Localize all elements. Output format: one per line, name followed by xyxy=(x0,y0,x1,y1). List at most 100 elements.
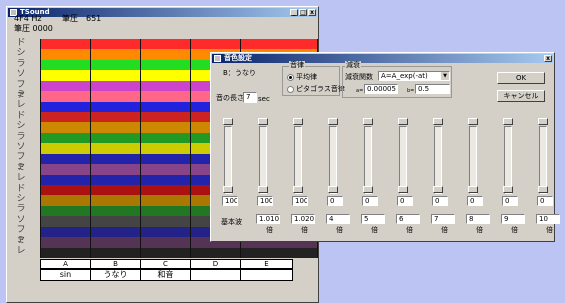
slider-up-arrow[interactable] xyxy=(293,118,303,125)
slider-up-arrow[interactable] xyxy=(223,118,233,125)
column-header[interactable]: C xyxy=(140,259,191,269)
multiplier-unit-label: 倍 xyxy=(336,226,343,234)
harmonic-amplitude-input[interactable]: 0 xyxy=(327,196,343,206)
slider-thumb[interactable] xyxy=(468,186,478,193)
harmonic-multiplier-input[interactable]: 5 xyxy=(361,214,385,224)
harmonic-amplitude-input[interactable]: 0 xyxy=(467,196,483,206)
chevron-down-icon[interactable]: ▼ xyxy=(441,72,449,80)
slider-thumb[interactable] xyxy=(433,186,443,193)
harmonic-multiplier-input[interactable]: 4 xyxy=(326,214,350,224)
note-label: ド xyxy=(16,110,26,121)
a-param-label: a= xyxy=(356,88,364,94)
pythagorean-label: ピタゴラス音律 xyxy=(296,85,345,93)
slider-thumb[interactable] xyxy=(538,186,548,193)
slider-up-arrow[interactable] xyxy=(258,118,268,125)
note-label: レ xyxy=(16,173,26,184)
column-header[interactable]: B xyxy=(90,259,141,269)
key-stripe[interactable] xyxy=(40,247,318,258)
slider-up-arrow[interactable] xyxy=(503,118,513,125)
harmonic-slider-track[interactable] xyxy=(399,126,407,194)
slider-thumb[interactable] xyxy=(258,186,268,193)
harmonic-slider-track[interactable] xyxy=(224,126,232,194)
minimize-button[interactable]: _ xyxy=(290,9,298,16)
radio-equal-temperament[interactable] xyxy=(287,74,294,81)
length-input[interactable]: 7 xyxy=(243,92,257,103)
ok-button[interactable]: OK xyxy=(497,72,545,84)
harmonic-amplitude-input[interactable]: 0 xyxy=(432,196,448,206)
column-tone-value[interactable] xyxy=(190,269,241,281)
a-param-input[interactable]: 0.00005 xyxy=(364,84,398,94)
slider-thumb[interactable] xyxy=(223,186,233,193)
harmonic-multiplier-input[interactable]: 9 xyxy=(501,214,525,224)
harmonic-slider-track[interactable] xyxy=(364,126,372,194)
b-param-input[interactable]: 0.5 xyxy=(415,84,450,94)
dialog-title: 音色設定 xyxy=(224,54,252,62)
harmonic-slider-track[interactable] xyxy=(259,126,267,194)
harmonic-amplitude-input[interactable]: 100 xyxy=(257,196,273,206)
harmonic-slider-track[interactable] xyxy=(469,126,477,194)
base-wave-label: 基本波 xyxy=(221,218,242,226)
harmonic-amplitude-input[interactable]: 100 xyxy=(292,196,308,206)
column-header[interactable]: D xyxy=(190,259,241,269)
slider-thumb[interactable] xyxy=(293,186,303,193)
decay-group-label: 減衰 xyxy=(345,61,361,70)
slider-thumb[interactable] xyxy=(503,186,513,193)
harmonic-slider-track[interactable] xyxy=(434,126,442,194)
slider-up-arrow[interactable] xyxy=(433,118,443,125)
note-label: レ xyxy=(16,246,26,256)
decay-function-value: A=A_exp(-at) xyxy=(381,72,428,80)
harmonic-amplitude-input[interactable]: 0 xyxy=(537,196,553,206)
slider-up-arrow[interactable] xyxy=(538,118,548,125)
column-header[interactable]: E xyxy=(240,259,293,269)
multiplier-unit-label: 倍 xyxy=(406,226,413,234)
slider-up-arrow[interactable] xyxy=(363,118,373,125)
harmonic-multiplier-input[interactable]: 1.0200 xyxy=(291,214,315,224)
slider-up-arrow[interactable] xyxy=(468,118,478,125)
note-label: ソ xyxy=(16,69,26,80)
column-tone-value[interactable]: うなり xyxy=(90,269,141,281)
dialog-icon xyxy=(214,55,221,62)
harmonic-amplitude-input[interactable]: 0 xyxy=(362,196,378,206)
column-header[interactable]: A xyxy=(40,259,91,269)
harmonic-slider-track[interactable] xyxy=(539,126,547,194)
harmonic-slider-track[interactable] xyxy=(504,126,512,194)
harmonic-multiplier-input[interactable]: 7 xyxy=(431,214,455,224)
note-label: ミ xyxy=(16,162,26,173)
radio-pythagorean[interactable] xyxy=(287,86,294,93)
cancel-button[interactable]: キャンセル xyxy=(497,90,545,102)
slider-thumb[interactable] xyxy=(363,186,373,193)
note-label: シ xyxy=(16,194,26,204)
length-unit: sec xyxy=(258,95,270,103)
harmonic-multiplier-input[interactable]: 10 xyxy=(536,214,560,224)
maximize-button[interactable]: □ xyxy=(299,9,307,16)
harmonic-multiplier-input[interactable]: 6 xyxy=(396,214,420,224)
note-label: ラ xyxy=(16,204,26,215)
b-param-label: b= xyxy=(407,88,415,94)
main-title-bar[interactable]: TSound _ □ x xyxy=(8,8,317,17)
harmonic-slider-track[interactable] xyxy=(294,126,302,194)
harmonic-multiplier-input[interactable]: 8 xyxy=(466,214,490,224)
note-label: レ xyxy=(16,100,26,111)
harmonic-multiplier-input[interactable]: 1.0100 xyxy=(256,214,280,224)
harmonic-amplitude-input[interactable]: 0 xyxy=(397,196,413,206)
harmonic-amplitude-input[interactable]: 0 xyxy=(502,196,518,206)
temperament-group-label: 音律 xyxy=(289,61,305,70)
harmonic-amplitude-input[interactable]: 100 xyxy=(222,196,238,206)
close-button[interactable]: x xyxy=(308,9,316,16)
decay-function-select[interactable]: A=A_exp(-at) ▼ xyxy=(378,71,450,81)
dialog-title-bar[interactable]: 音色設定 x xyxy=(212,54,553,63)
slider-thumb[interactable] xyxy=(398,186,408,193)
column-divider xyxy=(190,39,191,258)
slider-up-arrow[interactable] xyxy=(328,118,338,125)
column-tone-value[interactable]: sin xyxy=(40,269,91,281)
slider-up-arrow[interactable] xyxy=(398,118,408,125)
key-stripe[interactable] xyxy=(40,39,318,50)
slider-thumb[interactable] xyxy=(328,186,338,193)
dialog-close-button[interactable]: x xyxy=(544,55,552,62)
multiplier-unit-label: 倍 xyxy=(441,226,448,234)
multiplier-unit-label: 倍 xyxy=(266,226,273,234)
harmonic-slider-track[interactable] xyxy=(329,126,337,194)
column-tone-value[interactable] xyxy=(240,269,293,281)
column-tone-value[interactable]: 和音 xyxy=(140,269,191,281)
note-label: ド xyxy=(16,38,26,48)
